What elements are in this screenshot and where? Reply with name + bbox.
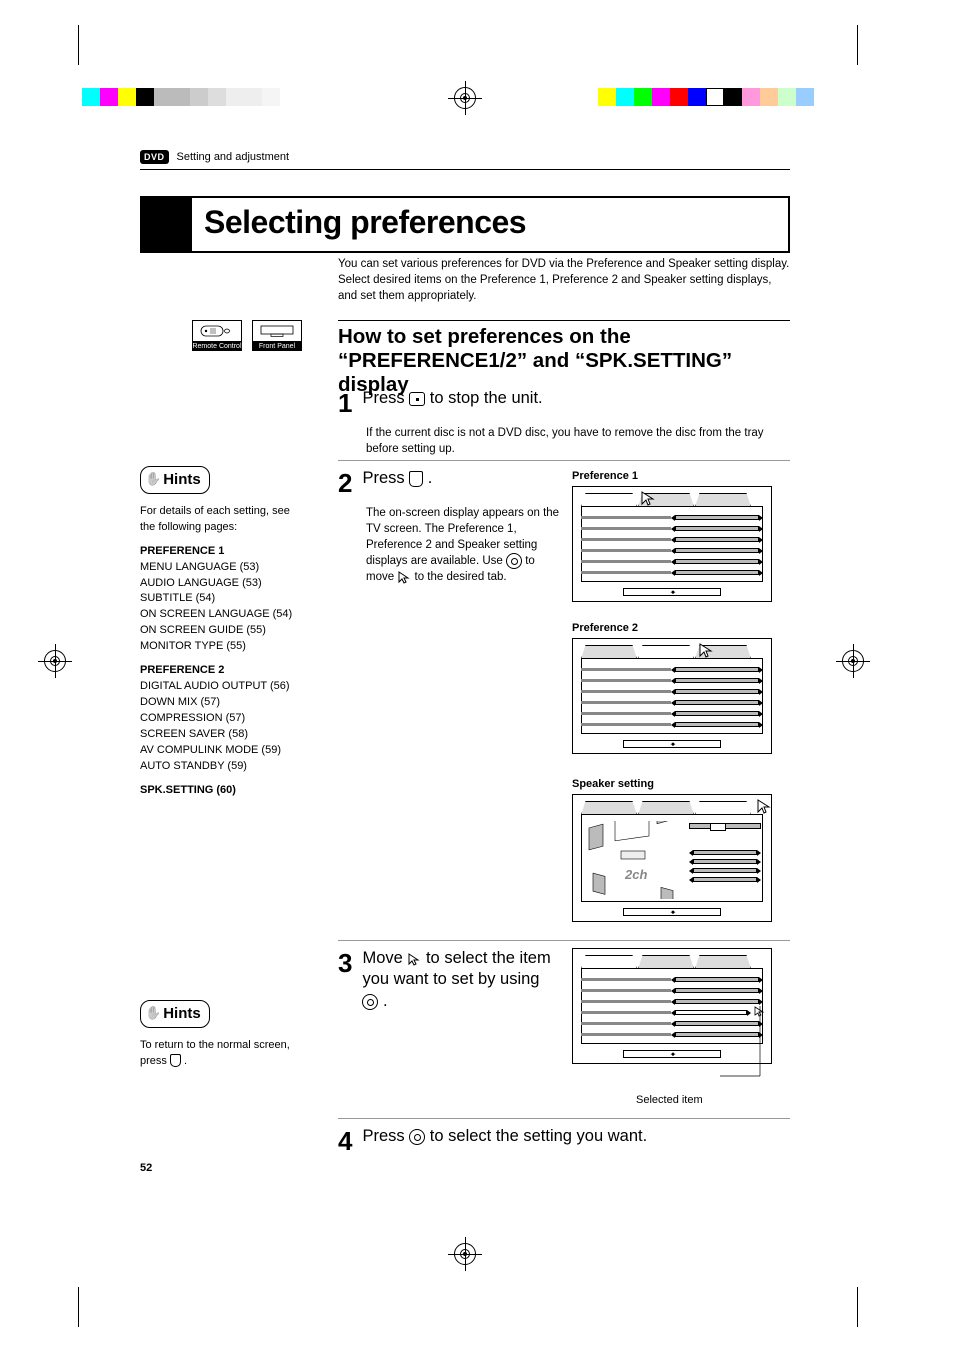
hints-item: DIGITAL AUDIO OUTPUT (56) (140, 679, 300, 695)
hints-item: MONITOR TYPE (55) (140, 639, 300, 655)
front-panel-icon (252, 320, 302, 342)
hints-item: COMPRESSION (57) (140, 711, 300, 727)
front-panel-label: Front Panel (252, 342, 302, 351)
hints-item: AV COMPULINK MODE (59) (140, 743, 300, 759)
color-registration-bar-left (82, 88, 280, 106)
divider (140, 169, 790, 170)
color-registration-bar-right (598, 88, 814, 106)
hints-sidebar: Hints For details of each setting, see t… (140, 466, 300, 799)
step-body: The on-screen display appears on the TV … (366, 505, 566, 586)
stop-button-icon (409, 392, 425, 406)
hints2-text: To return to the normal screen, press . (140, 1038, 300, 1070)
speaker-setting-label: Speaker setting (572, 778, 654, 790)
registration-mark-top (454, 87, 476, 109)
hints-item: SUBTITLE (54) (140, 591, 300, 607)
step-number: 1 (338, 388, 358, 419)
device-indicator-row: Remote Control Front Panel (192, 320, 302, 351)
preference1-label: Preference 1 (572, 470, 638, 482)
page-title: Selecting preferences (192, 198, 526, 251)
speaker-setting-screen: 2ch (572, 794, 772, 922)
subsection-heading: How to set preferences on the “PREFERENC… (338, 320, 790, 398)
selected-item-label: Selected item (636, 1094, 703, 1106)
hints-item: ON SCREEN LANGUAGE (54) (140, 607, 300, 623)
hints-item: SCREEN SAVER (58) (140, 727, 300, 743)
page-number: 52 (140, 1162, 152, 1174)
choose-button-icon (170, 1054, 181, 1067)
joystick-icon (506, 553, 522, 569)
cursor-icon (407, 952, 421, 966)
registration-mark-left (44, 650, 66, 672)
step-heading: Press to select the setting you want. (362, 1126, 647, 1147)
preference2-screen (572, 638, 772, 754)
speaker-2ch-text: 2ch (624, 867, 647, 882)
registration-mark-bottom (454, 1243, 476, 1265)
hints-badge: Hints (140, 1000, 210, 1028)
step-body: If the current disc is not a DVD disc, y… (366, 425, 790, 457)
divider (338, 460, 790, 461)
crop-mark (78, 25, 79, 65)
crop-mark (857, 1287, 858, 1327)
section-header: DVD Setting and adjustment (140, 150, 289, 164)
hints-item: AUDIO LANGUAGE (53) (140, 576, 300, 592)
hints-group-title: PREFERENCE 2 (140, 663, 300, 679)
cursor-icon (397, 570, 411, 584)
preference2-label: Preference 2 (572, 622, 638, 634)
joystick-icon (409, 1129, 425, 1145)
hints-item: ON SCREEN GUIDE (55) (140, 623, 300, 639)
dvd-badge: DVD (140, 150, 169, 164)
crop-mark (78, 1287, 79, 1327)
step-heading: Press . (362, 468, 432, 489)
step-heading: Move to select the item you want to set … (362, 948, 562, 1012)
hints-item: DOWN MIX (57) (140, 695, 300, 711)
crop-mark (857, 25, 858, 65)
step-heading: Press to stop the unit. (362, 388, 542, 409)
cursor-icon (697, 641, 715, 659)
hints-badge: Hints (140, 466, 210, 494)
hints-sidebar-2: Hints To return to the normal screen, pr… (140, 1000, 300, 1070)
registration-mark-right (842, 650, 864, 672)
hints-item: MENU LANGUAGE (53) (140, 560, 300, 576)
hints-item: AUTO STANDBY (59) (140, 759, 300, 775)
choose-button-icon (409, 471, 423, 487)
hints-group-title: SPK.SETTING (60) (140, 783, 300, 799)
divider (338, 940, 790, 941)
cursor-icon (755, 797, 773, 815)
speaker-diagram: 2ch (585, 821, 685, 899)
step-number: 3 (338, 948, 358, 979)
section-header-text: Setting and adjustment (177, 151, 290, 163)
remote-control-label: Remote Control (192, 342, 242, 351)
step-number: 2 (338, 468, 358, 499)
hints-group-title: PREFERENCE 1 (140, 544, 300, 560)
step-number: 4 (338, 1126, 358, 1157)
cursor-icon (639, 489, 657, 507)
remote-control-icon (192, 320, 242, 342)
page-title-block: Selecting preferences (140, 196, 790, 253)
preference1-screen (572, 486, 772, 602)
hints-intro: For details of each setting, see the fol… (140, 504, 300, 536)
callout-line (720, 1006, 780, 1096)
intro-paragraph: You can set various preferences for DVD … (338, 256, 790, 304)
joystick-icon (362, 994, 378, 1010)
divider (338, 1118, 790, 1119)
